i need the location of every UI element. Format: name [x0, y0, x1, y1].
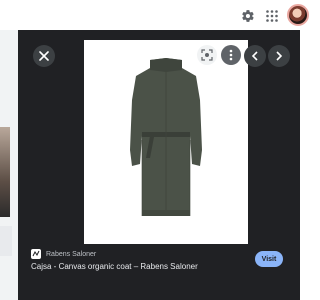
- source-name: Rabens Saloner: [46, 250, 97, 258]
- coat-image: [130, 58, 202, 216]
- next-image-button[interactable]: [268, 45, 290, 67]
- close-button[interactable]: [33, 45, 55, 67]
- top-bar: [0, 0, 309, 30]
- source-row[interactable]: Rabens Saloner: [31, 247, 96, 261]
- image-title-link[interactable]: Cajsa - Canvas organic coat – Rabens Sal…: [31, 262, 198, 271]
- result-thumbnail[interactable]: [0, 226, 12, 256]
- chevron-left-icon: [251, 51, 258, 61]
- previous-image-button[interactable]: [244, 45, 266, 67]
- chevron-right-icon: [276, 51, 283, 61]
- more-options-button[interactable]: [221, 45, 241, 65]
- preview-image[interactable]: [84, 40, 248, 244]
- more-vert-icon: [229, 49, 233, 61]
- close-icon: [39, 51, 49, 61]
- site-favicon-icon: [31, 249, 41, 259]
- lens-icon: [201, 49, 213, 61]
- gear-icon[interactable]: [241, 9, 255, 23]
- result-thumbnail[interactable]: [0, 127, 10, 217]
- account-avatar[interactable]: [287, 4, 309, 26]
- lens-button[interactable]: [197, 45, 217, 65]
- apps-grid-icon[interactable]: [266, 10, 278, 22]
- visit-button[interactable]: Visit: [255, 251, 283, 267]
